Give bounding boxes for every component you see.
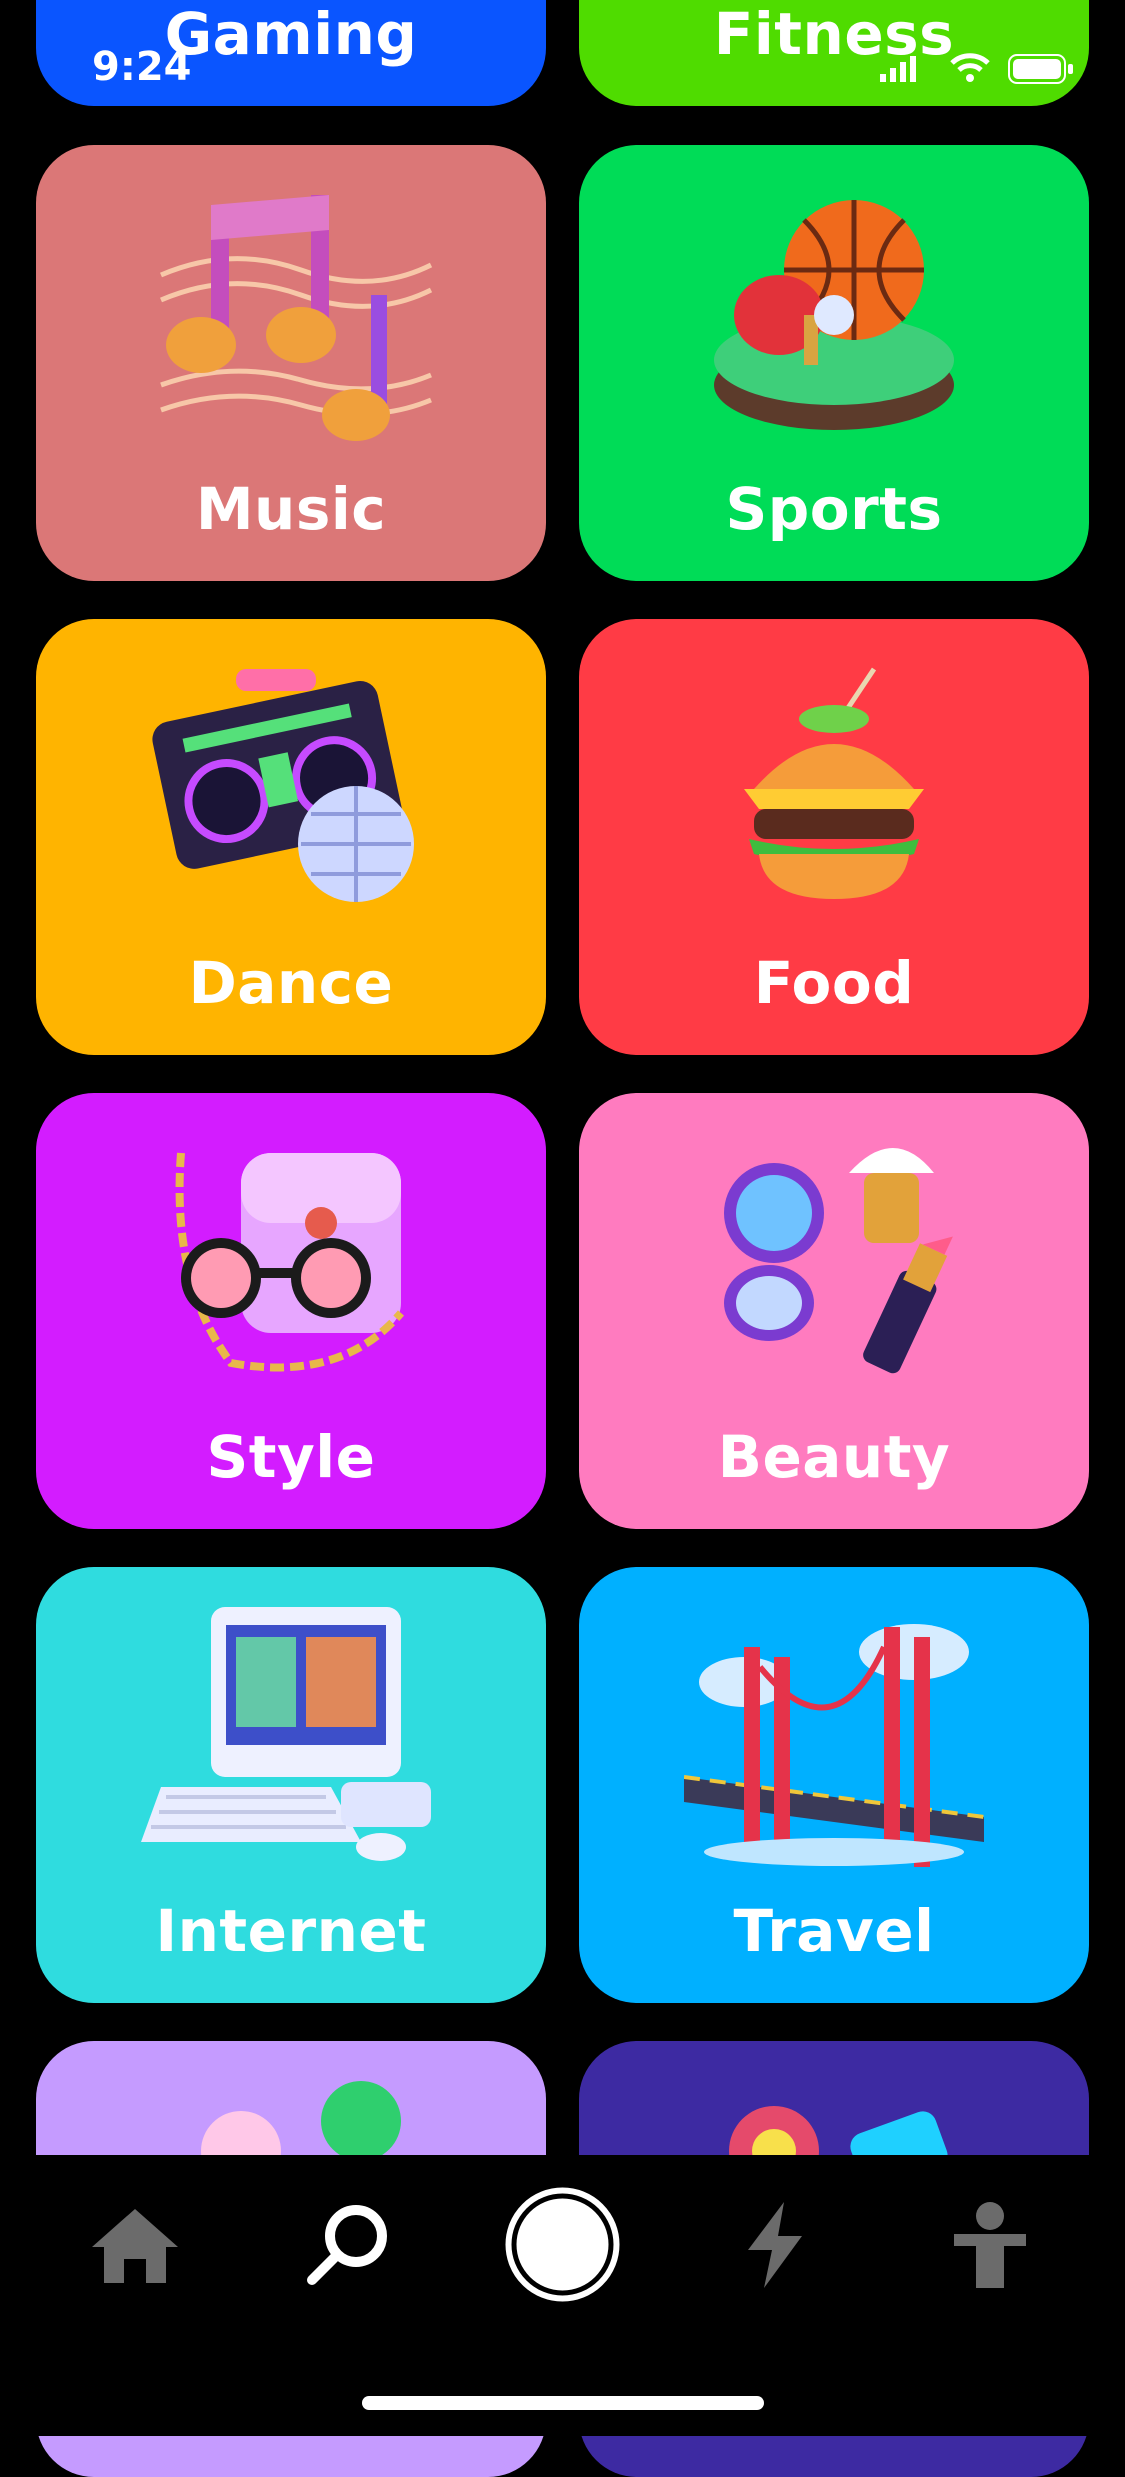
retro-computer-illustration: [141, 1607, 431, 1861]
record-button-icon: [505, 2187, 620, 2302]
tab-activity[interactable]: [720, 2190, 830, 2300]
category-card-dance[interactable]: Dance: [36, 619, 546, 1055]
category-card-style[interactable]: Style: [36, 1093, 546, 1529]
category-card-travel[interactable]: Travel: [579, 1567, 1089, 2003]
search-icon: [307, 2205, 387, 2285]
category-label: Internet: [155, 1897, 427, 1965]
category-label: Dance: [188, 949, 394, 1017]
burger-illustration: [744, 667, 924, 899]
person-icon: [954, 2202, 1026, 2288]
category-label: Music: [195, 475, 387, 543]
category-card-beauty[interactable]: Beauty: [579, 1093, 1089, 1529]
category-label: Beauty: [717, 1423, 951, 1491]
category-card-music[interactable]: Music: [36, 145, 546, 581]
tab-camera[interactable]: [505, 2187, 620, 2302]
makeup-illustration: [724, 1148, 953, 1374]
glasses-bag-illustration: [175, 1152, 405, 1372]
category-card-gaming[interactable]: Gaming: [36, 0, 546, 106]
tab-search[interactable]: [292, 2190, 402, 2300]
category-label: Travel: [733, 1897, 935, 1965]
category-card-sports[interactable]: Sports: [579, 145, 1089, 581]
home-indicator[interactable]: [362, 2396, 764, 2410]
category-label: Style: [206, 1423, 376, 1491]
category-label: Food: [753, 949, 915, 1017]
category-label: Fitness: [713, 0, 955, 68]
category-label: Gaming: [164, 0, 418, 68]
category-label: Sports: [725, 475, 943, 543]
tab-profile[interactable]: [935, 2190, 1045, 2300]
lightning-icon: [748, 2202, 802, 2288]
category-card-fitness[interactable]: Fitness: [579, 0, 1089, 106]
tab-home[interactable]: [80, 2190, 190, 2300]
category-card-food[interactable]: Food: [579, 619, 1089, 1055]
sports-balls-illustration: [714, 200, 954, 430]
home-icon: [92, 2209, 178, 2283]
music-notes-illustration: [160, 195, 433, 441]
boombox-discoball-illustration: [152, 669, 414, 902]
bridge-illustration: [684, 1624, 984, 1867]
category-card-internet[interactable]: Internet: [36, 1567, 546, 2003]
